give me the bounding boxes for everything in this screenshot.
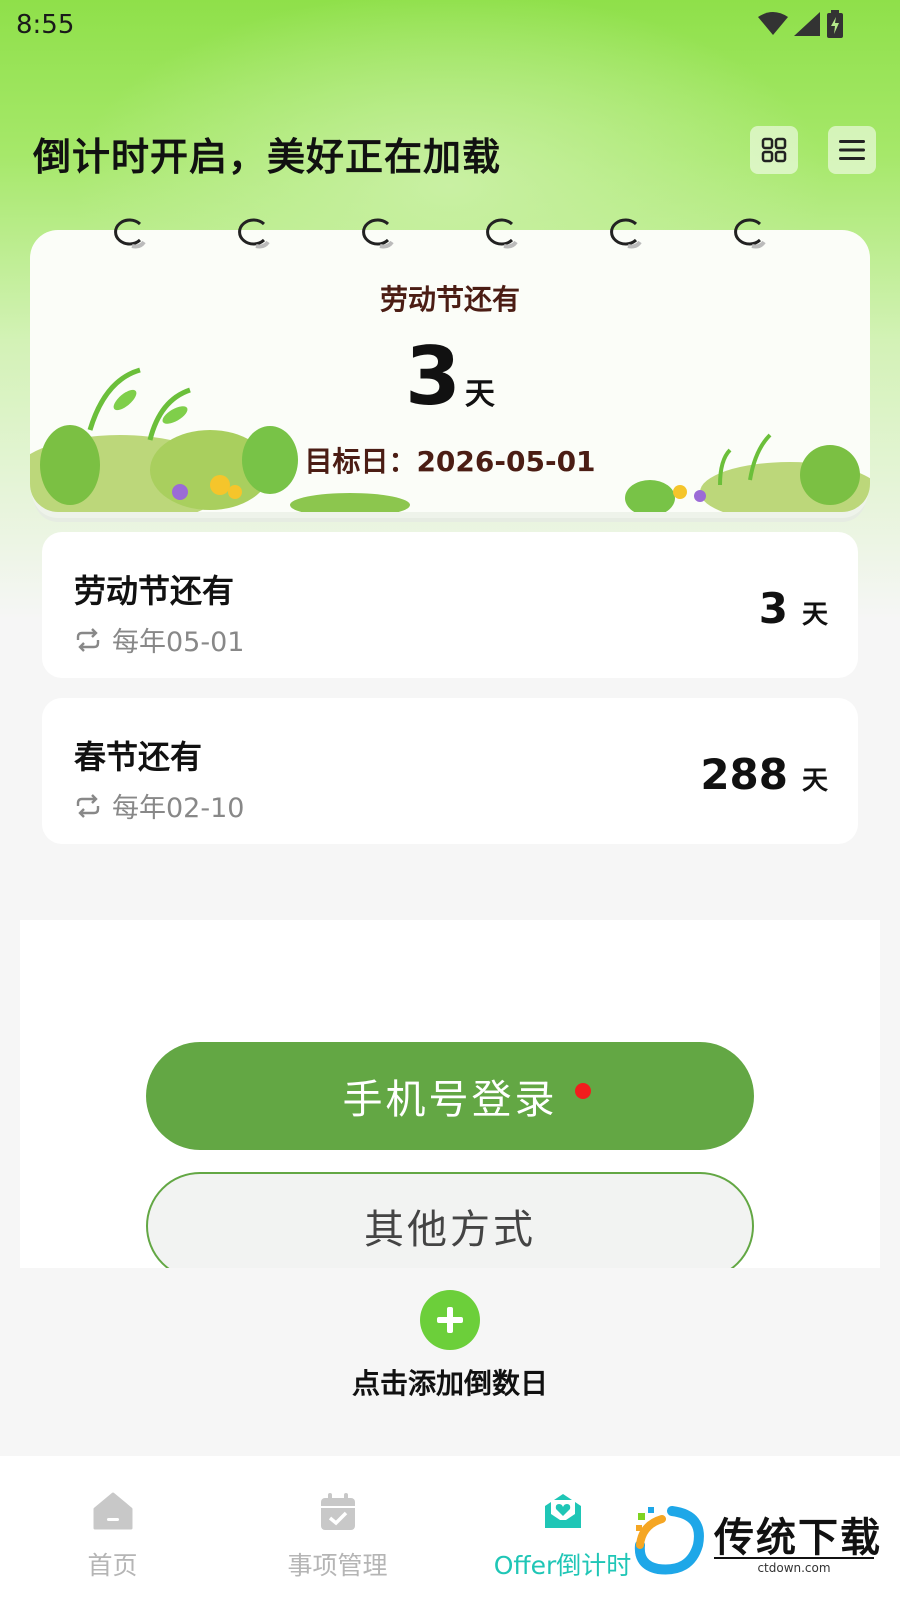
- status-bar: 8:55: [0, 0, 900, 50]
- item-repeat: 每年02-10: [74, 786, 244, 825]
- item-days-number: 3: [758, 584, 788, 633]
- heart-envelope-icon: [544, 1494, 581, 1528]
- repeat-icon: [76, 627, 100, 652]
- add-countdown-button[interactable]: [420, 1290, 480, 1350]
- list-item[interactable]: 劳动节还有 每年05-01 3 天: [42, 532, 858, 678]
- binder-ring: [486, 218, 518, 249]
- item-name: 春节还有: [74, 738, 203, 776]
- item-days-unit: 天: [801, 766, 828, 796]
- page-title: 倒计时开启，美好正在加载: [33, 135, 502, 179]
- calendar-target-date: 目标日：2026-05-01: [304, 445, 596, 478]
- item-days: 288 天: [700, 750, 828, 799]
- signal-icon: [794, 12, 820, 36]
- binder-ring: [114, 218, 146, 249]
- notification-dot: [575, 1083, 591, 1099]
- item-days: 3 天: [759, 584, 828, 633]
- nav-label: 事项管理: [287, 1551, 388, 1580]
- calendar-event-title: 劳动节还有: [379, 283, 520, 316]
- calendar-days-unit: 天: [464, 377, 495, 412]
- binder-ring: [362, 218, 394, 249]
- status-icons: [758, 10, 844, 38]
- watermark: 传统下载 ctdown.com: [632, 1505, 884, 1580]
- plus-icon: [437, 1307, 463, 1333]
- phone-login-button[interactable]: 手机号登录: [146, 1042, 754, 1150]
- battery-icon: [827, 10, 843, 38]
- other-login-button[interactable]: 其他方式: [146, 1172, 754, 1280]
- menu-icon: [839, 140, 865, 160]
- binder-ring: [734, 218, 766, 249]
- watermark-text: 传统下载: [714, 1515, 882, 1561]
- item-repeat-text: 每年02-10: [112, 793, 245, 824]
- item-days-number: 288: [700, 750, 788, 799]
- grid-icon: [761, 137, 787, 163]
- binder-ring: [610, 218, 642, 249]
- wifi-icon: [758, 12, 788, 35]
- item-repeat: 每年05-01: [74, 620, 244, 659]
- nav-item-home[interactable]: 首页: [0, 1456, 225, 1600]
- nav-label: 首页: [87, 1551, 138, 1580]
- menu-button[interactable]: [828, 126, 876, 174]
- item-repeat-text: 每年05-01: [112, 627, 245, 658]
- add-countdown-label[interactable]: 点击添加倒数日: [0, 1362, 900, 1402]
- item-days-unit: 天: [801, 600, 828, 630]
- repeat-icon: [76, 793, 100, 818]
- binder-ring: [238, 218, 270, 249]
- watermark-subtext: ctdown.com: [714, 1557, 874, 1575]
- status-time: 8:55: [16, 10, 75, 40]
- watermark-logo: [634, 1506, 704, 1575]
- calendar-days-number: 3: [405, 330, 461, 423]
- grid-view-button[interactable]: [750, 126, 798, 174]
- item-name: 劳动节还有: [74, 572, 235, 610]
- nav-item-tasks[interactable]: 事项管理: [225, 1456, 450, 1600]
- list-item[interactable]: 春节还有 每年02-10 288 天: [42, 698, 858, 844]
- home-icon: [93, 1492, 132, 1530]
- calendar-check-icon: [320, 1493, 355, 1530]
- calendar-days-remaining: 3天: [0, 330, 900, 423]
